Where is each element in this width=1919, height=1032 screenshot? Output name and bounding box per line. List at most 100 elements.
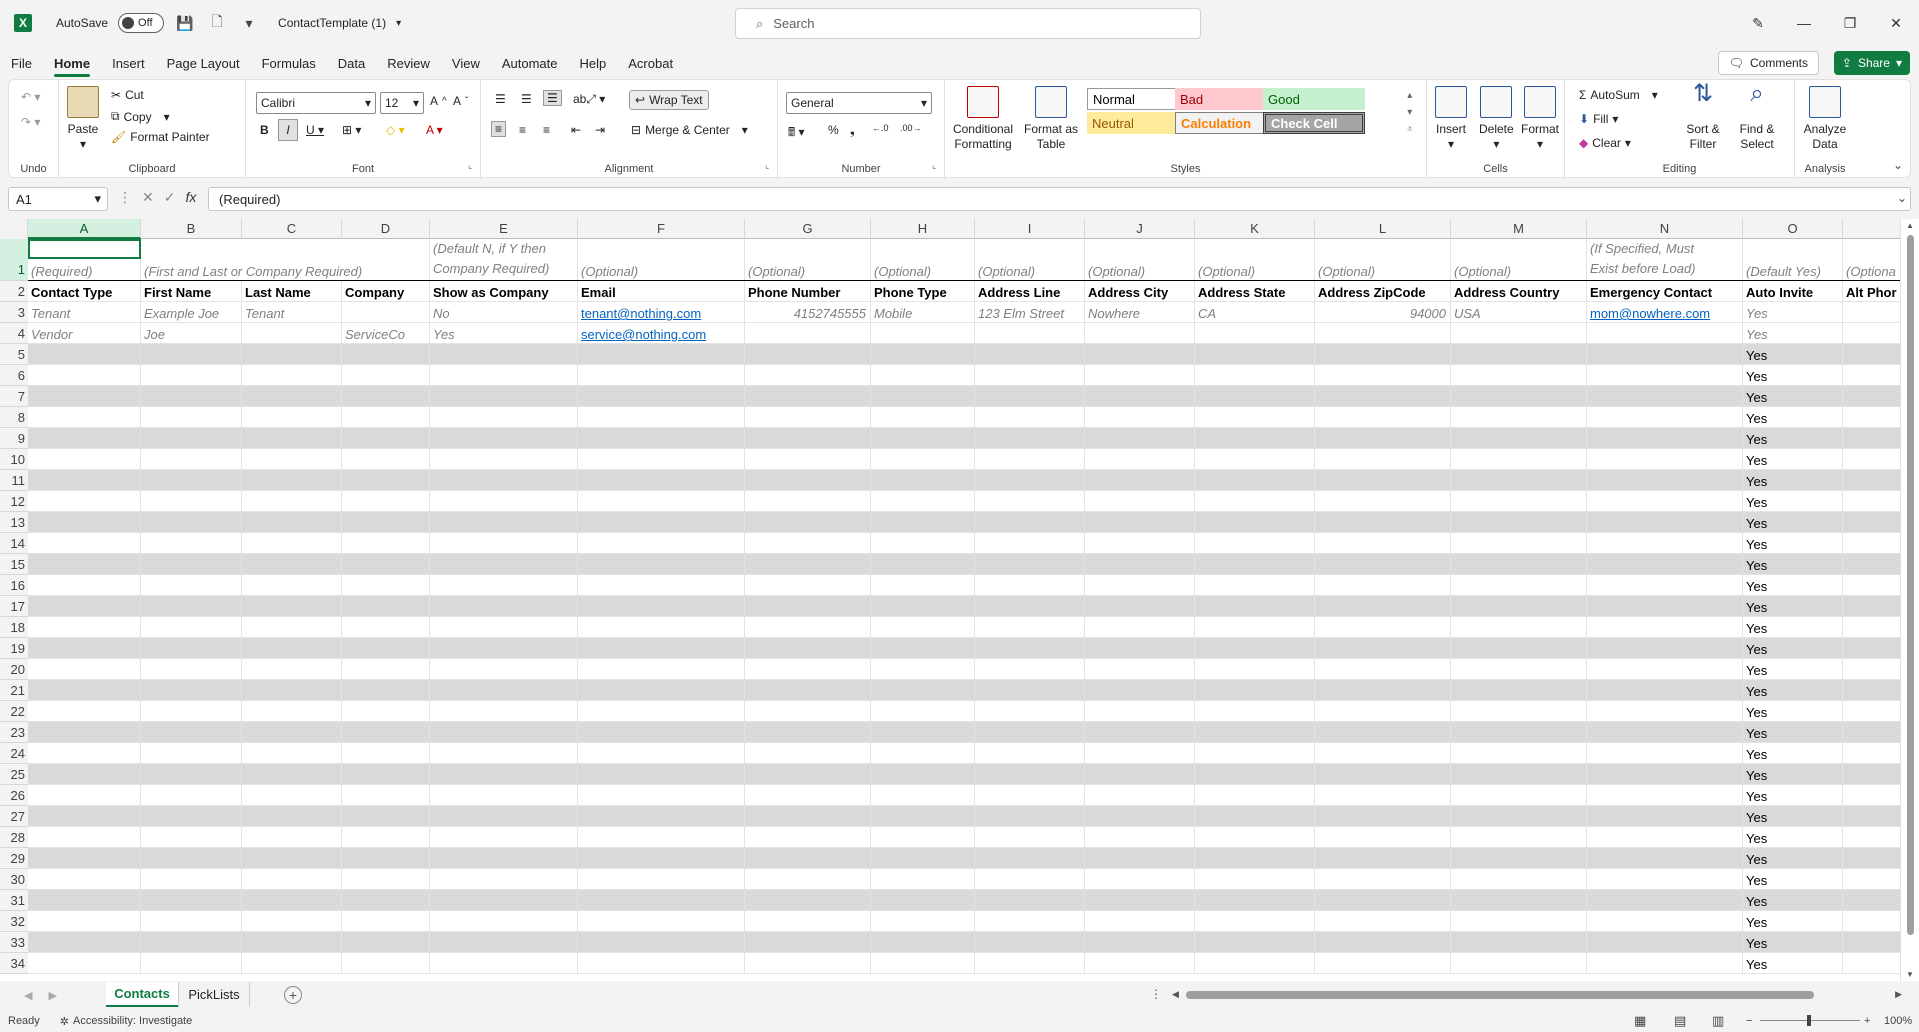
cell[interactable] bbox=[1195, 428, 1315, 448]
cell[interactable] bbox=[28, 449, 141, 469]
cell[interactable]: Yes bbox=[1743, 743, 1843, 763]
cell[interactable] bbox=[342, 827, 430, 847]
cell[interactable] bbox=[578, 638, 745, 658]
italic-icon[interactable]: I bbox=[278, 119, 298, 141]
cell[interactable] bbox=[1587, 596, 1743, 616]
file-title[interactable]: ContactTemplate (1) bbox=[278, 16, 386, 30]
cell[interactable] bbox=[578, 848, 745, 868]
cell[interactable] bbox=[28, 890, 141, 910]
cell[interactable] bbox=[28, 827, 141, 847]
cell[interactable] bbox=[1451, 575, 1587, 595]
cell[interactable]: Yes bbox=[1743, 680, 1843, 700]
cell[interactable] bbox=[141, 869, 242, 889]
cell[interactable] bbox=[342, 785, 430, 805]
cell[interactable] bbox=[1085, 428, 1195, 448]
cell[interactable] bbox=[871, 869, 975, 889]
cell[interactable]: Yes bbox=[1743, 869, 1843, 889]
cell[interactable] bbox=[430, 617, 578, 637]
cell[interactable] bbox=[871, 827, 975, 847]
cell[interactable] bbox=[1195, 806, 1315, 826]
name-box[interactable]: A1 ▾ bbox=[8, 187, 108, 211]
cell[interactable] bbox=[578, 407, 745, 427]
cell[interactable] bbox=[141, 533, 242, 553]
column-header-b[interactable]: B bbox=[141, 219, 242, 239]
cell[interactable] bbox=[1451, 323, 1587, 343]
scroll-left-icon[interactable]: ◀ bbox=[1172, 989, 1179, 1000]
format-as-table-button[interactable]: Format as Table bbox=[1021, 86, 1081, 152]
cell[interactable] bbox=[1085, 407, 1195, 427]
cell[interactable] bbox=[1587, 491, 1743, 511]
cell[interactable] bbox=[28, 785, 141, 805]
cell[interactable] bbox=[1315, 365, 1451, 385]
cell[interactable] bbox=[871, 911, 975, 931]
cell[interactable] bbox=[1085, 785, 1195, 805]
cell[interactable] bbox=[28, 764, 141, 784]
cell[interactable] bbox=[1451, 743, 1587, 763]
cell[interactable] bbox=[1195, 596, 1315, 616]
cell[interactable] bbox=[745, 890, 871, 910]
cell[interactable] bbox=[430, 953, 578, 973]
row-header[interactable]: 21 bbox=[0, 680, 28, 701]
cell[interactable] bbox=[975, 638, 1085, 658]
cell[interactable] bbox=[745, 911, 871, 931]
cell[interactable] bbox=[578, 554, 745, 574]
cell[interactable] bbox=[578, 449, 745, 469]
format-button[interactable]: Format ▾ bbox=[1521, 86, 1559, 152]
cell[interactable] bbox=[975, 911, 1085, 931]
sort-filter-button[interactable]: ⇅ Sort & Filter bbox=[1677, 82, 1729, 152]
cell[interactable] bbox=[342, 491, 430, 511]
cell[interactable] bbox=[28, 932, 141, 952]
cell[interactable] bbox=[871, 512, 975, 532]
cell[interactable] bbox=[141, 659, 242, 679]
cell[interactable] bbox=[975, 722, 1085, 742]
row-header[interactable]: 34 bbox=[0, 953, 28, 974]
cell[interactable] bbox=[745, 533, 871, 553]
row-header[interactable]: 26 bbox=[0, 785, 28, 806]
cell[interactable] bbox=[578, 911, 745, 931]
cell-grid[interactable]: (Required) (First and Last or Company Req… bbox=[28, 239, 1913, 981]
cell[interactable]: Yes bbox=[1743, 848, 1843, 868]
cell[interactable] bbox=[430, 491, 578, 511]
cell[interactable] bbox=[1195, 785, 1315, 805]
align-center-icon[interactable]: ≡ bbox=[519, 123, 526, 137]
analyze-data-button[interactable]: Analyze Data bbox=[1801, 86, 1849, 152]
cell[interactable] bbox=[28, 953, 141, 973]
row-header[interactable]: 23 bbox=[0, 722, 28, 743]
cell[interactable]: (Default N, if Y then Company Required) bbox=[430, 239, 578, 280]
cell[interactable] bbox=[1085, 554, 1195, 574]
cell[interactable] bbox=[28, 638, 141, 658]
cell[interactable] bbox=[1195, 869, 1315, 889]
cell[interactable] bbox=[578, 743, 745, 763]
cell[interactable]: Yes bbox=[1743, 386, 1843, 406]
enter-icon[interactable]: ✓ bbox=[164, 189, 176, 206]
cell[interactable] bbox=[745, 701, 871, 721]
cell[interactable] bbox=[975, 764, 1085, 784]
cell[interactable] bbox=[1315, 869, 1451, 889]
cell[interactable] bbox=[1587, 806, 1743, 826]
cell[interactable] bbox=[1451, 491, 1587, 511]
cell[interactable] bbox=[242, 428, 342, 448]
cell[interactable] bbox=[242, 806, 342, 826]
row-header[interactable]: 2 bbox=[0, 281, 28, 302]
cell[interactable] bbox=[975, 575, 1085, 595]
cell[interactable] bbox=[1315, 722, 1451, 742]
cell[interactable] bbox=[1085, 680, 1195, 700]
tab-home[interactable]: Home bbox=[43, 56, 101, 77]
cell[interactable] bbox=[1085, 449, 1195, 469]
cell[interactable] bbox=[1451, 428, 1587, 448]
cell[interactable] bbox=[342, 953, 430, 973]
cell[interactable] bbox=[1315, 911, 1451, 931]
clear-button[interactable]: ◆ Clear ▾ bbox=[1579, 136, 1631, 150]
cell[interactable] bbox=[1451, 365, 1587, 385]
cell[interactable] bbox=[1085, 596, 1195, 616]
cell[interactable] bbox=[1587, 848, 1743, 868]
cell[interactable] bbox=[871, 575, 975, 595]
cell[interactable] bbox=[975, 659, 1085, 679]
row-header[interactable]: 4 bbox=[0, 323, 28, 344]
cell[interactable] bbox=[1085, 491, 1195, 511]
cell[interactable] bbox=[28, 407, 141, 427]
cell[interactable] bbox=[242, 848, 342, 868]
column-header-g[interactable]: G bbox=[745, 219, 871, 239]
cell[interactable] bbox=[242, 722, 342, 742]
cell[interactable] bbox=[1195, 512, 1315, 532]
